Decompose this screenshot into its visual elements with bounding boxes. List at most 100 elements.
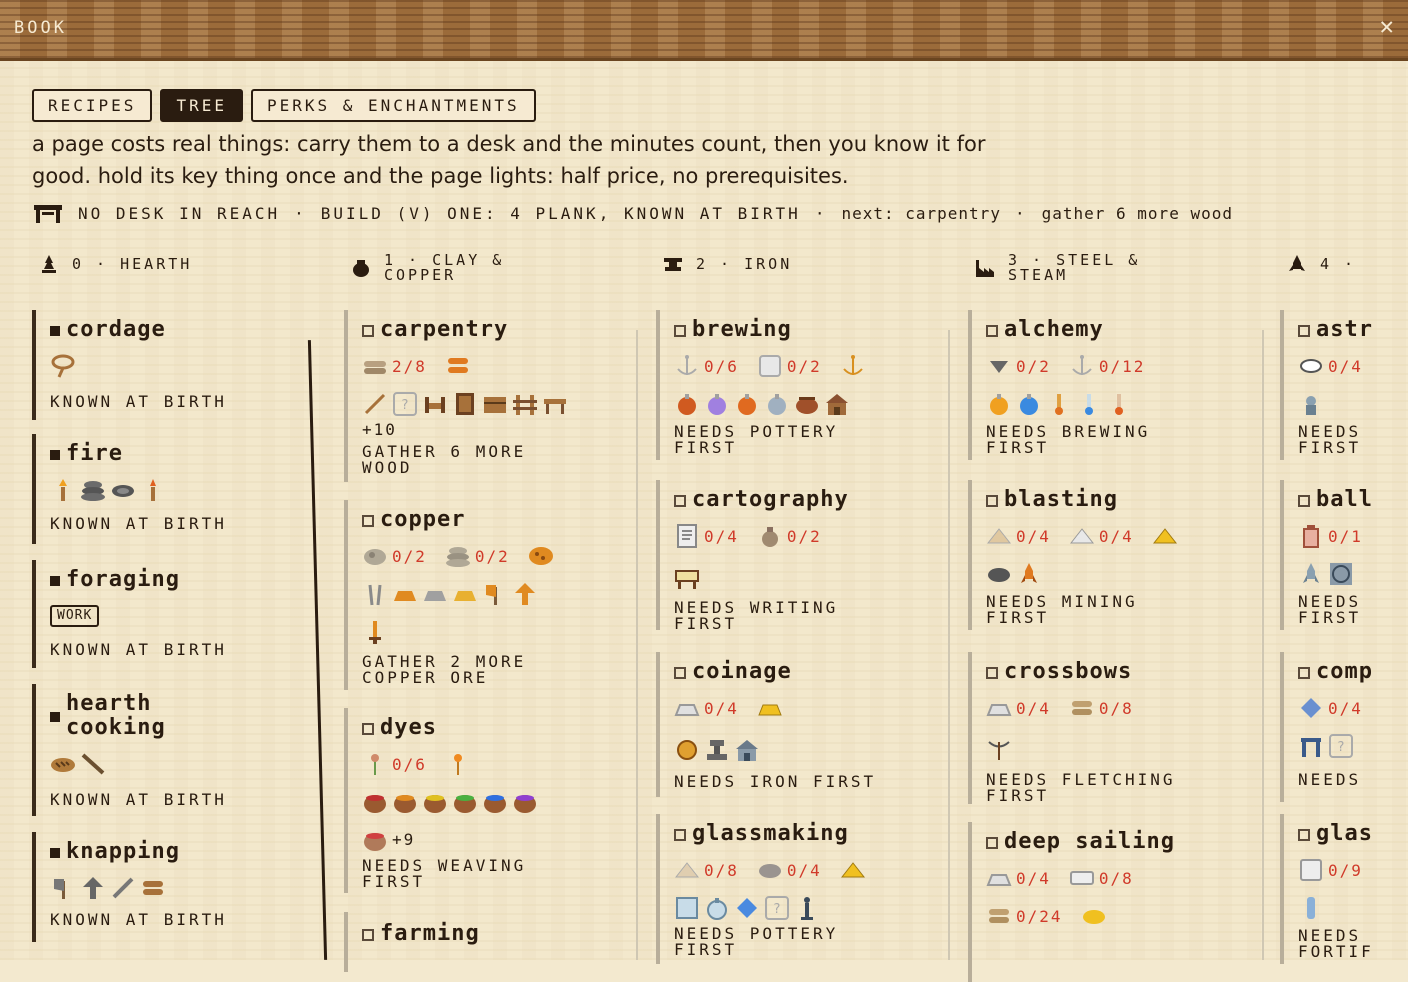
gem-icon xyxy=(737,898,757,918)
requirement-count: 0/4 xyxy=(1016,698,1051,718)
green-dye-icon xyxy=(454,795,476,813)
unknown-marker xyxy=(986,325,998,337)
orange-flower-icon xyxy=(453,754,462,775)
tech-card-copper[interactable]: copper 0/2 0/2 GATHER 2 MORE COPPER ORE xyxy=(344,500,624,690)
tech-name: foraging xyxy=(66,567,180,592)
tech-card-cordage[interactable]: cordage KNOWN AT BIRTH xyxy=(32,310,312,420)
observatory-icon xyxy=(1306,396,1316,415)
tech-card-foraging[interactable]: foraging WORK KNOWN AT BIRTH xyxy=(32,560,312,668)
bread-icon xyxy=(51,758,75,772)
gold-ingot-icon xyxy=(758,704,782,716)
column-title-line2: COPPER xyxy=(384,266,457,284)
unknown-marker xyxy=(986,837,998,849)
plank-stack-icon xyxy=(1071,701,1092,715)
stone-icon xyxy=(758,864,781,878)
requirement-count: 0/4 xyxy=(1016,868,1051,888)
requirement-count: 0/2 xyxy=(1016,356,1051,376)
copper-ore-icon xyxy=(528,547,553,565)
unknown-marker xyxy=(362,929,374,941)
door-icon xyxy=(456,393,474,415)
tech-card-ball[interactable]: ball 0/1 NEEDS FIRST xyxy=(1280,480,1408,630)
tech-card-astr[interactable]: astr 0/4 NEEDS FIRST xyxy=(1280,310,1408,460)
known-marker xyxy=(50,450,60,460)
separator: · xyxy=(1014,203,1028,223)
tech-card-knapping[interactable]: knapping KNOWN AT BIRTH xyxy=(32,832,312,942)
tech-card-alchemy[interactable]: alchemy 0/2 0/12 NEEDS BREWING FIRST xyxy=(968,310,1248,460)
tech-status-line2: WOOD xyxy=(362,458,413,477)
tech-card-coinage[interactable]: coinage 0/4 NEEDS IRON FIRST xyxy=(656,652,936,797)
tech-card-dyes[interactable]: dyes 0/6 +9 NEEDS WEAVING FIRST xyxy=(344,708,624,893)
tech-card-glassmaking[interactable]: glassmaking 0/8 0/4 ? NEEDS POTTERY FIRS… xyxy=(656,814,936,964)
chest-icon xyxy=(484,397,506,413)
tech-name: hearth xyxy=(66,691,152,716)
unknown-marker xyxy=(362,325,374,337)
column-header-hearth: 0 · HEARTH xyxy=(38,253,192,275)
tech-name-line2: cooking xyxy=(66,715,166,740)
tech-card-carpentry[interactable]: carpentry 2/8 ? +10 GATHER 6 MORE WOOD xyxy=(344,310,624,482)
arrow-up-icon xyxy=(83,877,103,899)
crossbow-icon xyxy=(988,741,1010,760)
plank-stack-icon xyxy=(447,358,468,373)
salt-pile-icon xyxy=(1069,528,1094,544)
red-dye-icon xyxy=(364,795,386,813)
sulfur-icon xyxy=(1152,528,1177,544)
copper-sword-icon xyxy=(369,621,381,644)
tech-card-comp[interactable]: comp 0/4 ? NEEDS xyxy=(1280,652,1408,802)
copper-ingot-icon xyxy=(394,591,416,601)
tab-recipes[interactable]: RECIPES xyxy=(32,89,153,122)
tech-card-blasting[interactable]: blasting 0/4 0/4 NEEDS MINING FIRST xyxy=(968,480,1248,630)
tech-card-fire[interactable]: fire KNOWN AT BIRTH xyxy=(32,434,312,544)
unknown-marker xyxy=(674,325,686,337)
tech-card-farming[interactable]: farming xyxy=(344,912,624,972)
desk-status-line: NO DESK IN REACH · BUILD (V) ONE: 4 PLAN… xyxy=(32,201,1233,225)
tab-tree[interactable]: TREE xyxy=(160,89,243,122)
gold-potion-icon xyxy=(990,394,1008,415)
fence-icon xyxy=(513,395,537,415)
silver-ingot-icon xyxy=(674,704,700,716)
yellow-dye-icon xyxy=(424,795,446,813)
amber-potion-icon xyxy=(738,394,756,415)
glass-pane-icon xyxy=(1300,859,1322,881)
bench-icon xyxy=(544,399,566,414)
powder-jar-icon xyxy=(1303,525,1319,548)
flower-icon xyxy=(371,754,379,775)
blue-dye-icon xyxy=(484,795,506,813)
glass-icon xyxy=(758,355,781,377)
tech-name: astr xyxy=(1316,317,1373,342)
pot-icon xyxy=(353,260,369,277)
tech-card-crossbows[interactable]: crossbows 0/4 0/8 NEEDS FLETCHING FIRST xyxy=(968,652,1248,804)
heart-gem-icon xyxy=(990,361,1008,373)
requirement-count: 0/2 xyxy=(786,356,822,376)
separator: · xyxy=(814,203,828,223)
thermometer-icon xyxy=(1055,394,1063,415)
silver-ingot-icon xyxy=(986,704,1012,716)
next-page-hint: next: carpentry xyxy=(841,203,1001,223)
blue-vial-icon xyxy=(1085,394,1093,415)
tech-status-line2: FIRST xyxy=(674,940,738,959)
tech-name: ball xyxy=(1316,487,1373,512)
cloth-icon xyxy=(1069,871,1094,885)
tech-name: fire xyxy=(66,441,123,466)
requirement-count: 0/2 xyxy=(786,526,822,546)
tech-card-hearth-cooking[interactable]: hearth cooking KNOWN AT BIRTH xyxy=(32,684,312,816)
close-icon[interactable]: ✕ xyxy=(1380,14,1394,38)
clay-icon xyxy=(364,549,386,565)
tech-card-deep-sailing[interactable]: deep sailing 0/4 0/8 0/24 xyxy=(968,822,1248,982)
column-title: 4 · xyxy=(1320,254,1357,273)
tech-name: carpentry xyxy=(380,317,509,342)
tech-card-glas[interactable]: glas 0/9 NEEDS FORTIF xyxy=(1280,814,1408,964)
rocket-icon xyxy=(1021,563,1037,583)
tab-perks-enchantments[interactable]: PERKS & ENCHANTMENTS xyxy=(250,89,536,122)
tech-card-brewing[interactable]: brewing 0/6 0/2 NEEDS POTTERY FIRST xyxy=(656,310,936,460)
requirement-count: 0/4 xyxy=(1016,526,1051,546)
unknown-item-icon: ? xyxy=(1329,734,1353,758)
paper-icon xyxy=(677,524,697,548)
requirement-count: 0/6 xyxy=(704,356,739,376)
unknown-marker xyxy=(674,829,686,841)
requirement-count: 0/8 xyxy=(1098,698,1134,718)
coal-icon xyxy=(988,568,1010,582)
tech-card-cartography[interactable]: cartography 0/4 0/2 NEEDS WRITING FIRST xyxy=(656,480,936,632)
flint-icon xyxy=(112,485,134,497)
unknown-item-icon: ? xyxy=(393,392,417,416)
lens-icon xyxy=(1300,359,1322,373)
